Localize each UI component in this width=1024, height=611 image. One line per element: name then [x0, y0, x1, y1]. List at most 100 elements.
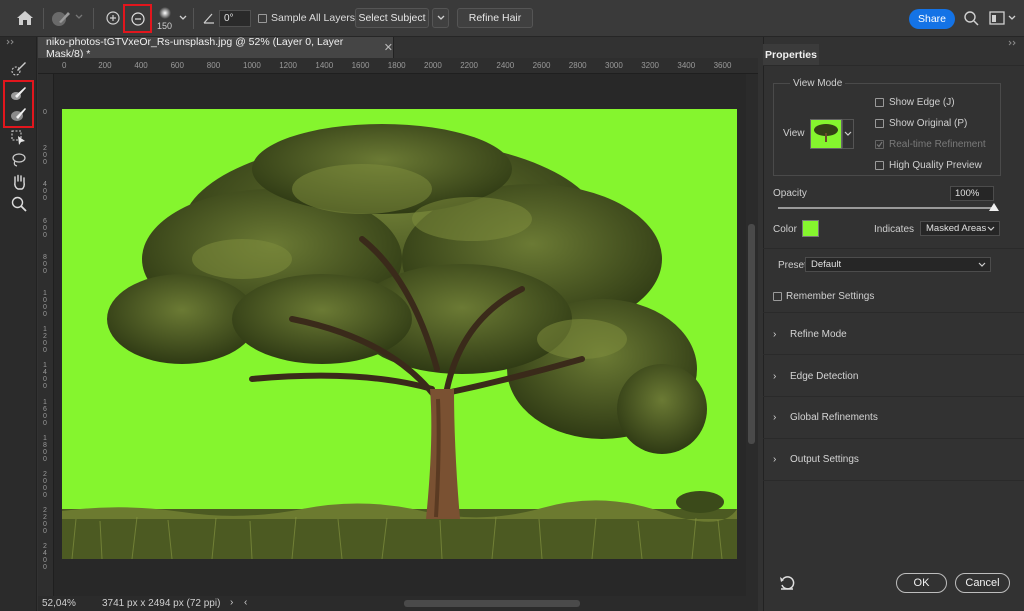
horizontal-scrollbar-thumb[interactable]: [404, 600, 580, 607]
indicates-value: Masked Areas: [926, 223, 987, 234]
zoom-level[interactable]: 52,04%: [42, 598, 76, 609]
divider: [763, 248, 1024, 249]
select-subject-button[interactable]: Select Subject: [355, 8, 429, 28]
zoom-tool[interactable]: [8, 194, 30, 214]
ruler-tick-label: 1600: [351, 61, 370, 70]
divider: [193, 8, 194, 29]
brush-tool-preset-icon[interactable]: [50, 9, 72, 27]
object-selection-tool[interactable]: [8, 128, 30, 148]
subtract-from-selection-icon: [130, 11, 145, 26]
section-edge-detection[interactable]: › Edge Detection: [763, 355, 1024, 395]
section-refine-mode[interactable]: › Refine Mode: [763, 313, 1024, 353]
divider: [763, 65, 1024, 66]
ruler-tick-label: 800: [206, 61, 221, 70]
vertical-scrollbar[interactable]: [746, 74, 758, 596]
workspace-icon[interactable]: [989, 11, 1005, 25]
chevron-right-icon: ›: [773, 371, 777, 382]
refine-edge-brush-icon: [11, 87, 26, 100]
ruler-tick-label: 8 0 0: [43, 253, 47, 275]
ruler-tick-label: 3000: [605, 61, 623, 70]
chevron-right-icon[interactable]: ›: [230, 597, 233, 608]
vertical-ruler: 0 2 0 0 4 0 0 6 0 0 8 0 0 1 0 0 0 1 2 0 0 1 4 0…: [38, 74, 54, 596]
document-tab[interactable]: niko-photos-tGTVxeOr_Rs-unsplash.jpg @ 5…: [38, 36, 394, 60]
angle-input[interactable]: 0°: [219, 10, 251, 27]
show-edge-label: Show Edge (J): [889, 97, 955, 108]
ruler-tick-label: 2800: [568, 61, 587, 70]
view-label: View: [783, 128, 805, 139]
panel-collapse-icon[interactable]: [1008, 37, 1018, 49]
preset-label: Preset: [778, 260, 807, 271]
brush-size-picker[interactable]: 150: [155, 5, 177, 33]
remember-settings-checkbox[interactable]: [773, 292, 782, 301]
ruler-tick-label: 400: [134, 61, 148, 70]
quick-selection-icon: [11, 62, 26, 76]
chevron-down-icon[interactable]: [74, 12, 84, 22]
refine-hair-button[interactable]: Refine Hair: [457, 8, 533, 28]
chevron-down-icon[interactable]: [178, 13, 188, 23]
home-icon[interactable]: [15, 9, 35, 27]
ruler-tick-label: 1000: [243, 61, 261, 70]
chevron-down-icon[interactable]: [1007, 13, 1017, 23]
document-info: 3741 px x 2494 px (72 ppi): [102, 598, 221, 609]
refine-edge-brush-tool[interactable]: [8, 83, 30, 103]
ruler-tick-label: 2 2 0 0: [43, 507, 47, 536]
ruler-tick-label: 1 0 0 0: [43, 290, 47, 318]
section-title: Global Refinements: [790, 412, 878, 423]
ruler-tick-label: 2000: [424, 61, 442, 70]
section-global-refinements[interactable]: › Global Refinements: [763, 397, 1024, 437]
chevron-down-icon: [437, 15, 444, 20]
ruler-tick-label: 4 0 0: [43, 181, 47, 203]
preset-select[interactable]: Default: [805, 257, 991, 272]
subtract-from-selection-button[interactable]: [123, 4, 152, 33]
zoom-icon: [11, 196, 27, 212]
realtime-refinement-checkbox[interactable]: [875, 140, 884, 149]
quick-selection-tool[interactable]: [8, 58, 30, 78]
angle-value: 0°: [224, 13, 234, 24]
high-quality-preview-checkbox[interactable]: [875, 161, 884, 170]
scrollbar-thumb[interactable]: [748, 224, 755, 444]
view-mode-dropdown[interactable]: [842, 119, 854, 149]
document-image[interactable]: [62, 109, 737, 559]
reset-icon[interactable]: [779, 575, 795, 591]
section-output-settings[interactable]: › Output Settings: [763, 439, 1024, 479]
view-mode-thumbnail[interactable]: [810, 119, 842, 149]
chevron-left-icon[interactable]: ‹: [244, 597, 247, 608]
chevron-down-icon: [987, 226, 995, 231]
search-icon[interactable]: [963, 10, 979, 26]
ruler-tick-label: 600: [170, 61, 184, 70]
hand-tool[interactable]: [8, 172, 30, 192]
brush-icon: [11, 108, 26, 121]
ruler-tick-label: 1 8 0 0: [43, 434, 47, 463]
lasso-icon: [12, 153, 26, 167]
chevron-right-icon: ›: [773, 412, 777, 423]
status-bar: 52,04% 3741 px x 2494 px (72 ppi) › ‹: [38, 596, 758, 611]
section-title: Refine Mode: [790, 329, 847, 340]
ruler-tick-label: 2600: [532, 61, 551, 70]
add-to-selection-icon[interactable]: [105, 10, 121, 26]
lasso-tool[interactable]: [8, 150, 30, 170]
close-icon[interactable]: ✕: [384, 41, 393, 54]
properties-tab[interactable]: Properties: [763, 44, 819, 65]
cancel-button[interactable]: Cancel: [955, 573, 1010, 593]
chevron-right-icon: ›: [773, 454, 777, 465]
ruler-tick-label: 0: [43, 109, 47, 116]
indicates-select[interactable]: Masked Areas: [920, 221, 1000, 236]
chevron-right-icon: ›: [773, 329, 777, 340]
select-subject-dropdown[interactable]: [432, 8, 449, 28]
share-button[interactable]: Share: [909, 9, 955, 29]
hand-icon: [14, 174, 25, 190]
opacity-slider-track[interactable]: [778, 203, 999, 211]
sample-all-layers-checkbox[interactable]: [258, 14, 267, 23]
opacity-slider-handle[interactable]: [989, 203, 999, 211]
color-label: Color: [773, 224, 797, 235]
show-original-checkbox[interactable]: [875, 119, 884, 128]
ok-button[interactable]: OK: [896, 573, 947, 593]
indicates-label: Indicates: [874, 224, 915, 235]
brush-tool[interactable]: [8, 104, 30, 124]
overlay-color-swatch[interactable]: [802, 220, 819, 237]
opacity-input[interactable]: 100%: [950, 186, 994, 201]
show-edge-checkbox[interactable]: [875, 98, 884, 107]
collapse-panel-icon[interactable]: [6, 38, 16, 47]
opacity-label: Opacity: [773, 188, 807, 199]
object-selection-icon: [11, 130, 25, 145]
